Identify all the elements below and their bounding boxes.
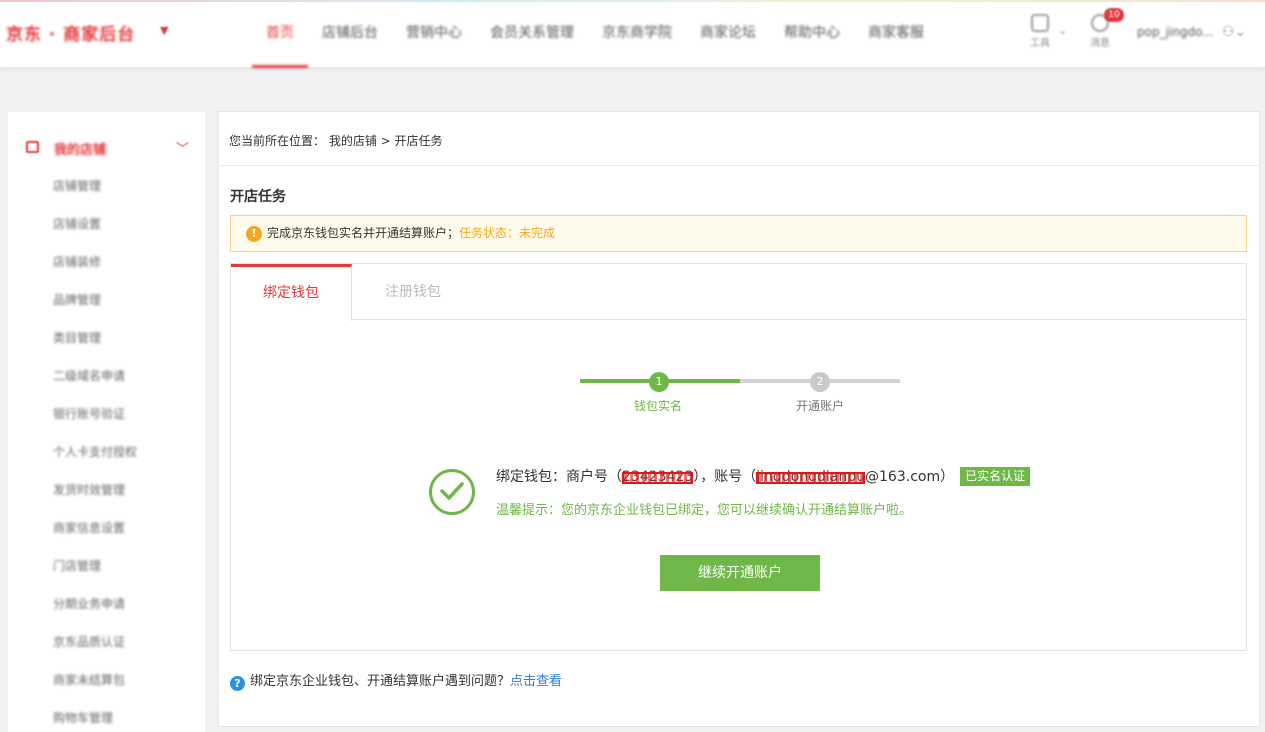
- question-icon: ?: [230, 676, 245, 691]
- nav-home[interactable]: 首页: [252, 0, 308, 68]
- divider: [219, 165, 1259, 166]
- sidebar-item[interactable]: 店铺设置: [53, 215, 101, 232]
- page-title: 开店任务: [230, 189, 286, 205]
- tools-button[interactable]: 工具: [1030, 14, 1050, 49]
- messages-badge: 10: [1104, 8, 1124, 22]
- step-1-dot: 1: [649, 372, 669, 392]
- merchant-id-redacted: 23423423: [622, 469, 694, 485]
- step-2-dot: 2: [810, 372, 830, 392]
- sidebar-item[interactable]: 银行账号验证: [53, 405, 125, 422]
- sidebar-item[interactable]: 分期业务申请: [53, 595, 125, 612]
- friendly-tip: 温馨提示：您的京东企业钱包已绑定，您可以继续确认开通结算账户啦。: [496, 503, 913, 518]
- breadcrumb: 您当前所在位置： 我的店铺 > 开店任务: [229, 132, 443, 149]
- breadcrumb-path: 我的店铺 > 开店任务: [328, 134, 443, 148]
- messages-label: 消息: [1090, 38, 1110, 49]
- continue-open-account-button[interactable]: 继续开通账户: [660, 555, 820, 591]
- wallet-panel: 绑定钱包 注册钱包 1 2 钱包实名 开通账户 绑定钱包：商户号（2342342…: [230, 263, 1247, 651]
- nav-service[interactable]: 商家客服: [854, 0, 938, 68]
- nav-crm[interactable]: 会员关系管理: [476, 0, 588, 68]
- nav-academy[interactable]: 京东商学院: [588, 0, 686, 68]
- sidebar-item[interactable]: 商家信息设置: [53, 519, 125, 536]
- bind-middle: ），账号（: [693, 469, 757, 485]
- tools-label: 工具: [1030, 38, 1050, 49]
- sidebar-item[interactable]: 类目管理: [53, 329, 101, 346]
- main-nav: 首页 店铺后台 营销中心 会员关系管理 京东商学院 商家论坛 帮助中心 商家客服: [252, 0, 938, 68]
- task-notice: ! 完成京东钱包实名并开通结算账户；任务状态：未完成: [230, 215, 1247, 252]
- sidebar-item[interactable]: 发货时效管理: [53, 481, 125, 498]
- tab-register-wallet[interactable]: 注册钱包: [353, 264, 473, 320]
- breadcrumb-prefix: 您当前所在位置：: [229, 134, 326, 148]
- sidebar-item[interactable]: 品牌管理: [53, 291, 101, 308]
- progress-steps: 1 2 钱包实名 开通账户: [580, 372, 900, 422]
- help-text: 绑定京东企业钱包、开通结算账户遇到问题？: [250, 674, 511, 689]
- bound-wallet-info: 绑定钱包：商户号（23423423），账号（jingdongdianpu@163…: [496, 466, 1031, 486]
- sidebar-section-my-store[interactable]: 我的店铺 ﹀: [26, 138, 196, 158]
- bind-suffix: ）: [940, 469, 955, 485]
- nav-marketing[interactable]: 营销中心: [392, 0, 476, 68]
- help-link[interactable]: 点击查看: [510, 674, 562, 689]
- sidebar-item[interactable]: 二级域名申请: [53, 367, 125, 384]
- user-menu-icon[interactable]: ⚇⌄: [1222, 24, 1246, 40]
- notice-text: 完成京东钱包实名并开通结算账户；: [267, 226, 460, 240]
- sidebar-item[interactable]: 个人卡支付授权: [53, 443, 137, 460]
- tools-icon: [1031, 14, 1049, 32]
- help-row: ? 绑定京东企业钱包、开通结算账户遇到问题？点击查看: [230, 670, 562, 691]
- warning-icon: !: [246, 226, 262, 242]
- verified-badge: 已实名认证: [960, 467, 1031, 486]
- logo-dropdown-icon[interactable]: ▼: [160, 24, 168, 37]
- chevron-down-icon: ﹀: [176, 142, 190, 157]
- step-2-label: 开通账户: [796, 399, 845, 413]
- top-header: 京东 · 商家后台 ▼ 首页 店铺后台 营销中心 会员关系管理 京东商学院 商家…: [0, 0, 1265, 68]
- sidebar-item[interactable]: 门店管理: [53, 557, 101, 574]
- store-icon: [26, 141, 39, 153]
- success-check-icon: [429, 469, 475, 515]
- task-status: 任务状态：未完成: [459, 226, 556, 240]
- sidebar-item[interactable]: 商家未结算包: [53, 671, 125, 688]
- tab-bar: 绑定钱包 注册钱包: [231, 264, 1246, 321]
- username[interactable]: pop_jingdo...: [1137, 25, 1214, 39]
- main-content: 您当前所在位置： 我的店铺 > 开店任务 开店任务 ! 完成京东钱包实名并开通结…: [218, 111, 1260, 727]
- nav-forum[interactable]: 商家论坛: [686, 0, 770, 68]
- sidebar-section-label: 我的店铺: [54, 143, 107, 158]
- step-1-label: 钱包实名: [634, 399, 683, 413]
- nav-store-backend[interactable]: 店铺后台: [308, 0, 392, 68]
- logo[interactable]: 京东 · 商家后台: [6, 20, 135, 45]
- account-domain: @163.com: [865, 469, 941, 485]
- nav-help[interactable]: 帮助中心: [770, 0, 854, 68]
- sidebar: 我的店铺 ﹀ 店铺管理 店铺设置 店铺装修 品牌管理 类目管理 二级域名申请 银…: [8, 112, 205, 732]
- sidebar-item[interactable]: 店铺装修: [53, 253, 101, 270]
- sidebar-item[interactable]: 购物车管理: [53, 709, 113, 726]
- account-user-redacted: jingdongdianpu: [756, 469, 866, 485]
- tab-bind-wallet[interactable]: 绑定钱包: [231, 264, 352, 321]
- tools-chevron-icon[interactable]: ⌄: [1058, 24, 1067, 37]
- bind-prefix: 绑定钱包：商户号（: [496, 469, 622, 485]
- sidebar-item[interactable]: 京东品质认证: [53, 633, 125, 650]
- sidebar-item[interactable]: 店铺管理: [53, 177, 101, 194]
